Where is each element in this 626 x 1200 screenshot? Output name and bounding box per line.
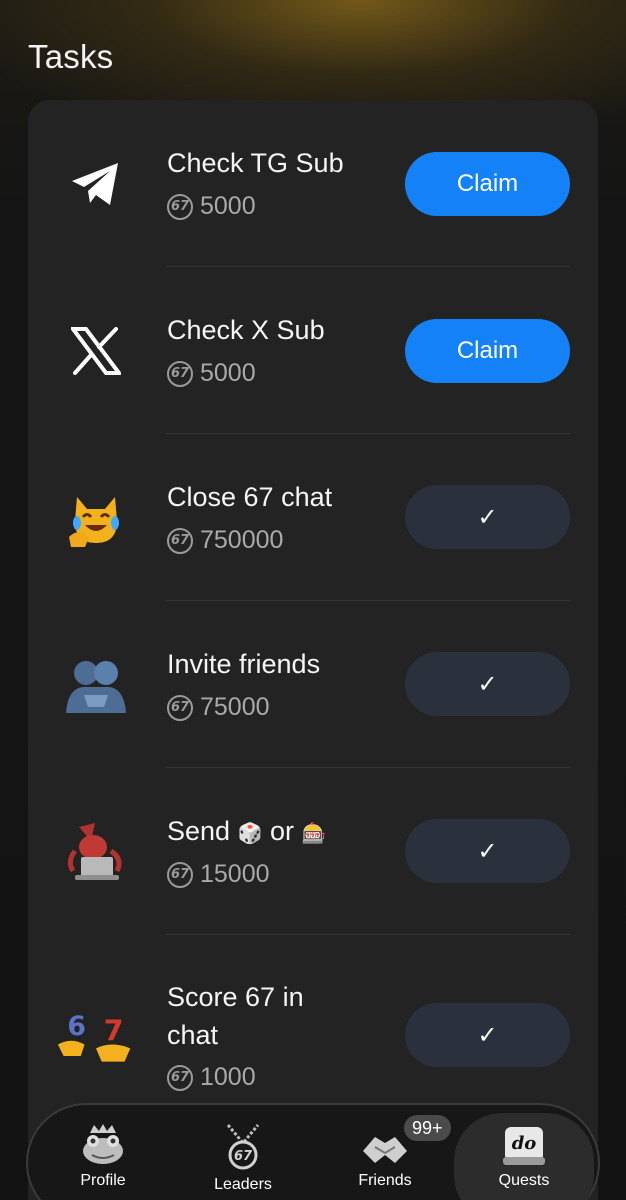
coin-67-icon: 67 xyxy=(167,193,193,220)
completed-check-button[interactable]: ✓ xyxy=(405,652,570,716)
task-title: Invite friends xyxy=(167,649,321,679)
reward-amount: 5000 xyxy=(200,359,256,387)
task-title-prefix: Send xyxy=(167,816,231,846)
claim-button[interactable]: Claim xyxy=(405,319,570,383)
task-title-line-2: chat xyxy=(167,1020,219,1050)
nav-label: Quests xyxy=(498,1172,550,1189)
reward-amount: 750000 xyxy=(200,526,284,554)
tasks-card: Check TG Sub 67 5000 Claim Check X Sub 6… xyxy=(28,100,598,1200)
coin-67-icon: 67 xyxy=(167,527,193,554)
task-reward: 67 5000 xyxy=(167,359,256,388)
coin-67-icon: 67 xyxy=(167,360,193,387)
six-seven-hands-icon: 6 7 xyxy=(56,1003,136,1067)
notification-badge: 99+ xyxy=(402,1113,453,1143)
x-logo-icon xyxy=(64,319,128,383)
svg-text:67: 67 xyxy=(234,1149,253,1164)
svg-text:do: do xyxy=(512,1133,537,1154)
completed-check-button[interactable]: ✓ xyxy=(405,819,570,883)
bottom-nav: Profile 67 Leaders Friends 99+ do Quests xyxy=(26,1103,600,1200)
coin-67-icon: 67 xyxy=(167,694,193,721)
task-reward: 67 750000 xyxy=(167,526,283,555)
task-reward: 67 75000 xyxy=(167,693,270,722)
task-row: Invite friends 67 75000 ✓ xyxy=(28,601,598,768)
completed-check-button[interactable]: ✓ xyxy=(405,485,570,549)
task-title: Check TG Sub xyxy=(167,148,344,178)
reward-amount: 15000 xyxy=(200,860,270,888)
task-title-line-1: Score 67 in xyxy=(167,982,304,1012)
nav-item-quests[interactable]: do Quests xyxy=(454,1113,594,1200)
cat-tears-of-joy-icon xyxy=(64,486,128,550)
dice-icon: 🎲 xyxy=(237,823,263,845)
svg-text:7: 7 xyxy=(104,1014,124,1048)
nav-item-friends[interactable]: Friends 99+ xyxy=(314,1105,456,1200)
task-title-middle: or xyxy=(270,816,295,846)
task-row: Check TG Sub 67 5000 Claim xyxy=(28,100,598,267)
claim-button[interactable]: Claim xyxy=(405,152,570,216)
reward-amount: 1000 xyxy=(200,1063,256,1091)
do-key-icon: do xyxy=(503,1127,545,1165)
nav-label: Friends xyxy=(358,1172,412,1189)
telegram-icon xyxy=(64,152,128,216)
tasks-page: Tasks Check TG Sub 67 5000 Claim Check X… xyxy=(0,0,626,1200)
task-title: Send 🎲 or 🎰 xyxy=(167,812,326,853)
page-title: Tasks xyxy=(28,38,114,75)
task-title: Close 67 chat xyxy=(167,482,333,512)
frog-crown-icon xyxy=(83,1124,123,1164)
coin-67-icon: 67 xyxy=(167,1064,193,1091)
task-reward: 67 15000 xyxy=(167,860,270,889)
reward-amount: 75000 xyxy=(200,693,270,721)
svg-text:6: 6 xyxy=(67,1011,86,1042)
people-hugging-icon xyxy=(64,653,128,717)
squid-laptop-icon xyxy=(64,820,128,884)
task-row: Send 🎲 or 🎰 67 15000 ✓ xyxy=(28,768,598,935)
completed-check-button[interactable]: ✓ xyxy=(405,1003,570,1067)
nav-label: Leaders xyxy=(214,1176,272,1193)
coin-67-icon: 67 xyxy=(167,861,193,888)
task-title: Check X Sub xyxy=(167,315,325,345)
medal-67-icon: 67 xyxy=(226,1124,260,1170)
task-reward: 67 1000 xyxy=(167,1063,256,1092)
nav-label: Profile xyxy=(80,1172,126,1189)
slot-machine-icon: 🎰 xyxy=(301,823,327,845)
nav-item-leaders[interactable]: 67 Leaders xyxy=(172,1105,314,1200)
nav-item-profile[interactable]: Profile xyxy=(32,1105,174,1200)
reward-amount: 5000 xyxy=(200,192,256,220)
task-row: Check X Sub 67 5000 Claim xyxy=(28,267,598,434)
task-reward: 67 5000 xyxy=(167,192,256,221)
task-row: Close 67 chat 67 750000 ✓ xyxy=(28,434,598,601)
